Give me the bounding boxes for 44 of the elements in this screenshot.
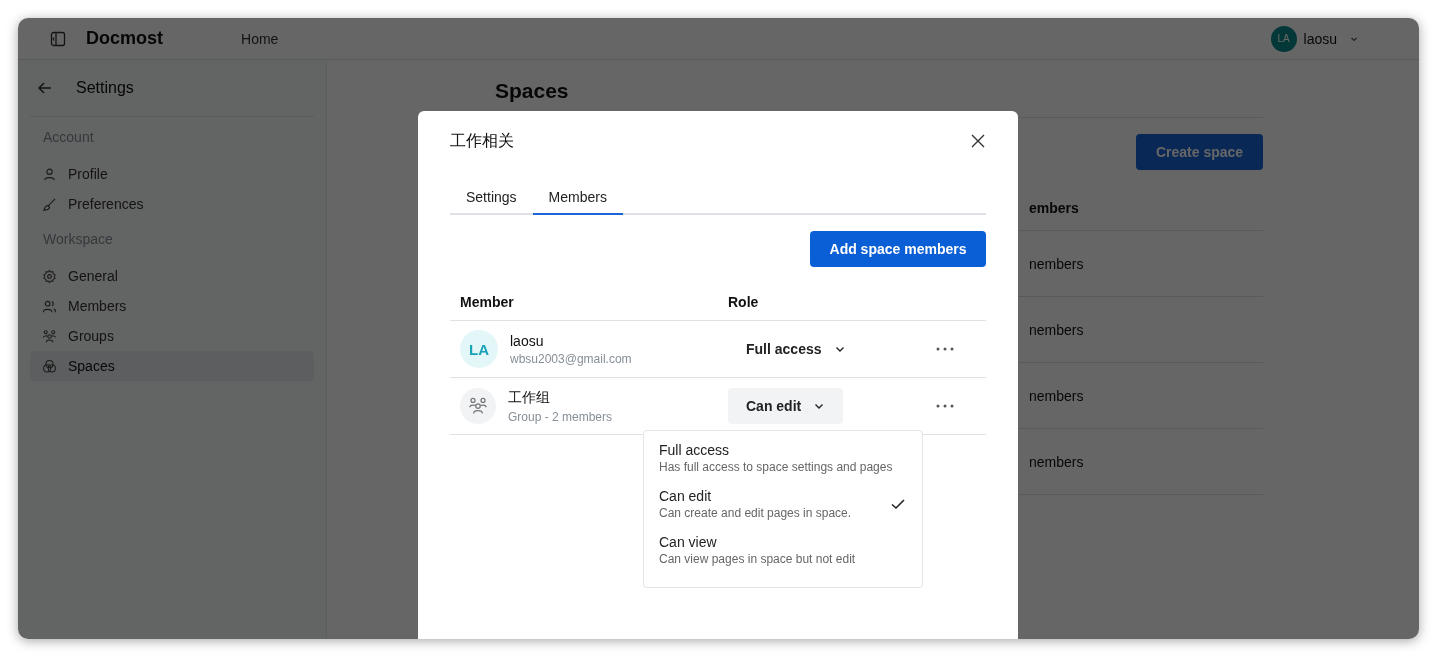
- table-cell: nembers: [1029, 453, 1084, 470]
- people-icon: [42, 298, 57, 314]
- sidebar-item[interactable]: Profile: [30, 159, 314, 189]
- close-icon[interactable]: [970, 133, 986, 149]
- column-header: Role: [728, 294, 760, 310]
- menu-item[interactable]: Can view Can view pages in space but not edit: [644, 527, 922, 573]
- group-icon: [468, 396, 488, 416]
- home-link[interactable]: Home: [241, 30, 279, 47]
- group-icon: [42, 328, 57, 344]
- member-name: laosu: [510, 332, 545, 349]
- role-select[interactable]: Can edit: [728, 388, 844, 424]
- menu-item[interactable]: Can edit Can create and edit pages in space.: [644, 481, 922, 527]
- modal-title: 工作相关: [450, 130, 514, 151]
- add-members-button[interactable]: Add space members: [810, 231, 986, 267]
- tab[interactable]: Members: [532, 181, 623, 215]
- column-header: embers: [1029, 200, 1079, 216]
- sidebar-item[interactable]: Spaces: [30, 351, 314, 381]
- person-icon: [42, 166, 57, 182]
- create-space-button[interactable]: Create space: [1136, 134, 1263, 170]
- more-icon[interactable]: [936, 347, 954, 351]
- user-avatar[interactable]: LA: [1270, 25, 1297, 52]
- table-cell: nembers: [1029, 255, 1084, 272]
- member-name: 工作组: [508, 388, 551, 407]
- circles-icon: [42, 358, 57, 374]
- sidebar-toggle-icon[interactable]: [50, 30, 66, 47]
- member-subtitle: wbsu2003@gmail.com: [510, 351, 632, 366]
- sidebar-item[interactable]: Groups: [30, 321, 314, 351]
- gear-icon: [42, 268, 57, 284]
- column-header: Member: [459, 294, 515, 310]
- menu-item[interactable]: Full access Has full access to space settings and pages: [644, 435, 922, 481]
- table-cell: nembers: [1029, 321, 1084, 338]
- user-avatar: LA: [460, 330, 498, 368]
- sidebar-item[interactable]: Preferences: [30, 189, 314, 219]
- settings-title: Settings: [76, 79, 134, 97]
- user-name[interactable]: laosu: [1303, 30, 1337, 47]
- sidebar-item[interactable]: Members: [30, 291, 314, 321]
- more-icon[interactable]: [936, 404, 954, 408]
- tab[interactable]: Settings: [450, 181, 533, 215]
- member-subtitle: Group - 2 members: [508, 409, 613, 424]
- brush-icon: [42, 196, 57, 212]
- table-cell: nembers: [1029, 387, 1084, 404]
- app-name[interactable]: Docmost: [86, 28, 163, 49]
- role-select[interactable]: Full access: [728, 331, 864, 367]
- sidebar-item[interactable]: General: [30, 261, 314, 291]
